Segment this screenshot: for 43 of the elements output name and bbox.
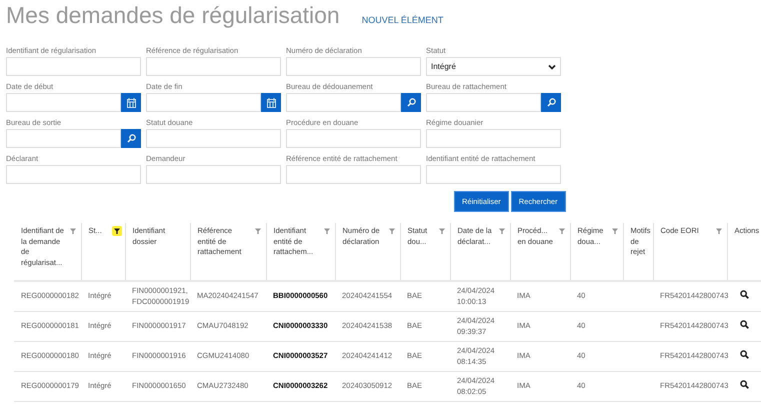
input-field[interactable] [286,129,421,148]
search-icon[interactable] [740,290,748,300]
calendar-icon [266,98,276,108]
input-field[interactable] [6,57,141,76]
status-dropdown[interactable]: Intégré [426,57,561,76]
filter-icon[interactable] [322,226,332,236]
search-button[interactable] [401,93,421,112]
input-field[interactable] [286,57,421,76]
search-icon[interactable] [740,320,748,330]
filter-icon[interactable] [252,226,262,236]
search-icon [546,98,556,107]
input-field[interactable] [286,93,401,112]
calendar-button[interactable] [121,93,141,112]
chevron-down-icon [548,64,556,70]
filter-icon[interactable] [556,226,566,236]
filter-icon[interactable] [436,226,446,236]
calendar-button[interactable] [261,93,281,112]
input-field[interactable] [146,93,261,112]
input-field[interactable] [426,93,541,112]
page-title: Mes demandes de régularisation [6,2,340,29]
search-button[interactable] [121,129,141,148]
input-field[interactable] [146,129,281,148]
search-icon[interactable] [740,380,748,390]
filter-icon[interactable] [68,226,78,236]
filter-icon[interactable] [610,226,620,236]
filter-icon[interactable] [386,226,396,236]
input-field[interactable] [6,165,141,184]
search-icon [126,134,136,143]
new-item-link[interactable]: NOUVEL ÉLÉMENT [362,15,444,25]
filter-icon[interactable] [714,226,724,236]
input-field[interactable] [426,165,561,184]
input-field[interactable] [146,165,281,184]
input-field[interactable] [146,57,281,76]
input-field[interactable] [6,129,121,148]
search-icon [406,98,416,107]
calendar-icon [126,98,136,108]
search-icon[interactable] [740,350,748,360]
search-button[interactable] [541,93,561,112]
input-field[interactable] [6,93,121,112]
filter-icon[interactable] [496,226,506,236]
input-field[interactable] [286,165,421,184]
input-field[interactable] [426,129,561,148]
active-filter-icon[interactable] [112,226,122,236]
